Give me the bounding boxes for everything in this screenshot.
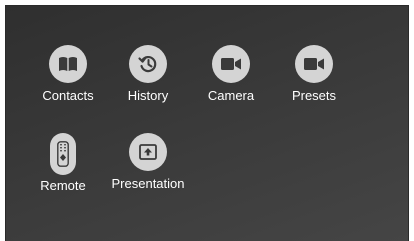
contacts-label: Contacts — [42, 88, 94, 103]
share-screen-icon — [139, 144, 157, 160]
remote-button[interactable]: Remote — [25, 133, 101, 194]
remote-label: Remote — [40, 178, 86, 193]
remote-control-icon — [57, 141, 69, 167]
control-panel: Contacts History Camera Presets Remote P… — [5, 5, 409, 241]
presentation-icon-circle — [129, 133, 167, 171]
history-icon-circle — [129, 45, 167, 83]
contacts-button[interactable]: Contacts — [30, 45, 106, 104]
camera-icon-circle — [212, 45, 250, 83]
presentation-button[interactable]: Presentation — [110, 133, 186, 192]
history-label: History — [127, 88, 169, 103]
presets-button[interactable]: Presets — [276, 45, 352, 104]
history-button[interactable]: History — [110, 45, 186, 104]
book-icon — [59, 57, 77, 71]
camera-button[interactable]: Camera — [193, 45, 269, 104]
history-icon — [138, 56, 157, 73]
video-camera-icon — [304, 58, 324, 70]
video-camera-icon — [221, 58, 241, 70]
camera-label: Camera — [207, 88, 255, 103]
presentation-label: Presentation — [111, 176, 185, 191]
presets-label: Presets — [291, 88, 337, 103]
presets-icon-circle — [295, 45, 333, 83]
contacts-icon-circle — [49, 45, 87, 83]
remote-icon-circle — [50, 133, 76, 175]
